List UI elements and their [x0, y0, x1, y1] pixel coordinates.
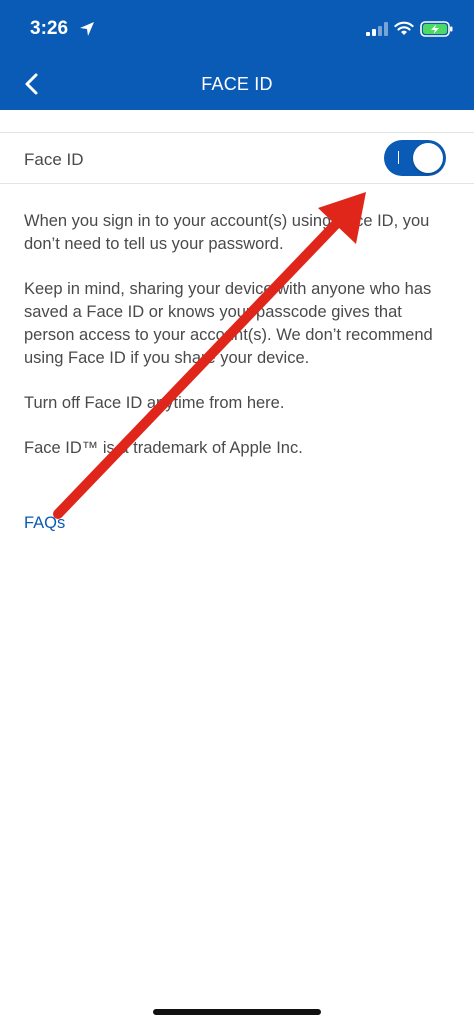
top-app-bar: 3:26 FACE ID: [0, 0, 474, 110]
trademark-notice: Face ID™ is a trademark of Apple Inc.: [24, 439, 303, 457]
face-id-setting-row: Face ID: [0, 132, 474, 184]
status-time: 3:26: [30, 18, 69, 39]
face-id-description: When you sign in to your account(s) usin…: [24, 210, 444, 482]
description-paragraph: Keep in mind, sharing your device with a…: [24, 280, 433, 367]
wifi-icon: [394, 21, 414, 35]
page-title: FACE ID: [201, 74, 273, 94]
battery-charging-icon: [420, 21, 453, 37]
location-arrow-icon: [80, 22, 94, 36]
description-paragraph: Turn off Face ID anytime from here.: [24, 394, 285, 412]
face-id-label: Face ID: [24, 150, 84, 169]
toggle-on-mark: [398, 151, 399, 164]
description-paragraph: When you sign in to your account(s) usin…: [24, 212, 430, 253]
cellular-signal-icon: [366, 22, 388, 36]
faqs-link[interactable]: FAQs: [24, 514, 65, 533]
home-indicator[interactable]: [153, 1009, 321, 1015]
toggle-knob: [413, 143, 443, 173]
header-spacer: [0, 110, 474, 132]
face-id-settings-screen: 3:26 FACE ID Face ID When you sign in to…: [0, 0, 474, 1025]
face-id-toggle[interactable]: [384, 140, 446, 176]
